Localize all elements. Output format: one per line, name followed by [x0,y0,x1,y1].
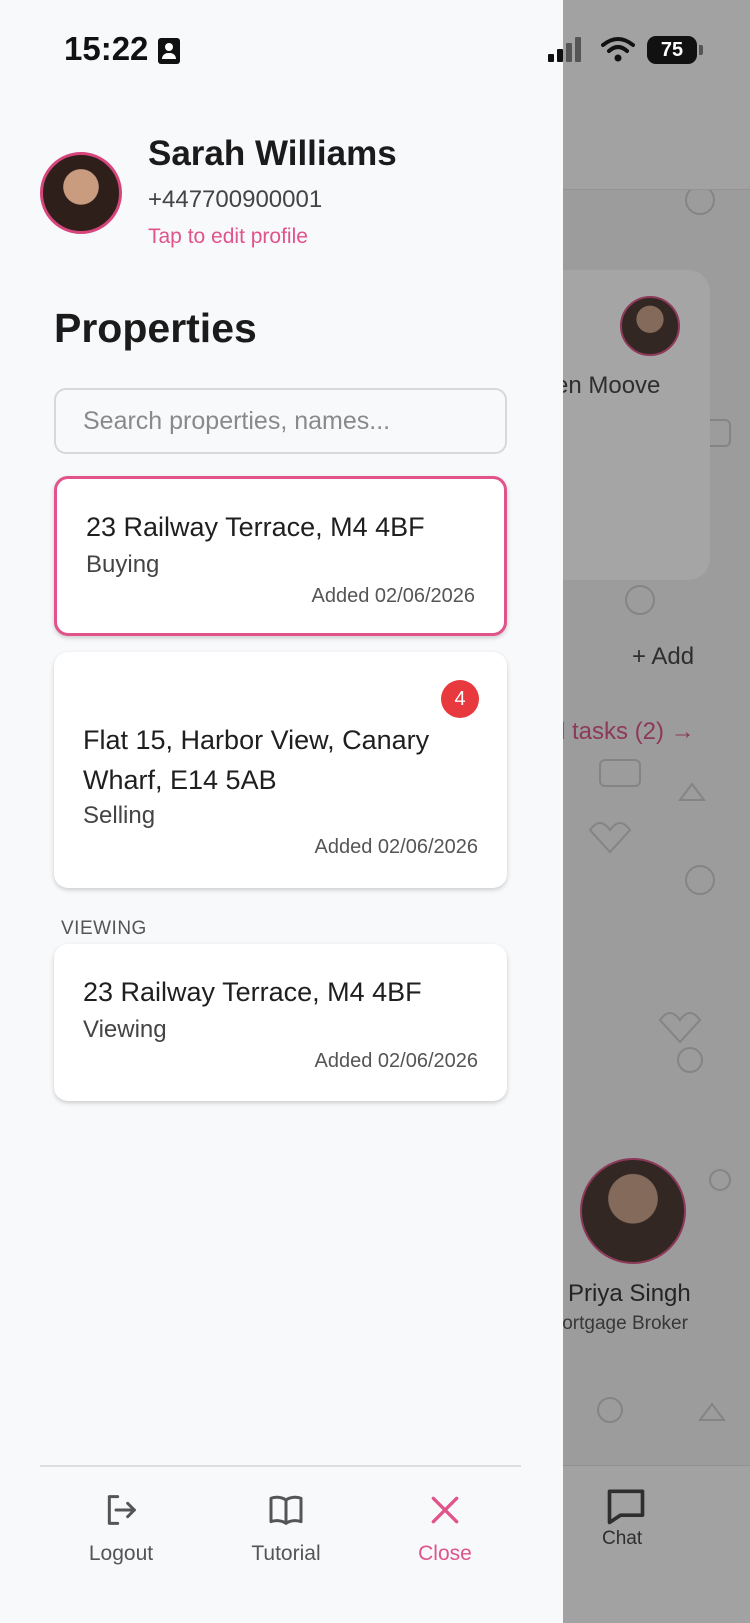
close-icon [431,1496,459,1524]
property-status: Selling [83,802,156,829]
tutorial-button[interactable]: Tutorial [221,1490,351,1580]
logout-label: Logout [88,1542,154,1565]
property-card[interactable]: 4 Flat 15, Harbor View, Canary Wharf, E1… [54,652,507,888]
property-added-date: Added 02/06/2026 [314,836,479,858]
property-address: Flat 15, Harbor View, Canary Wharf, E14 … [83,725,430,795]
wifi-icon [601,37,635,62]
battery-cap [699,45,703,55]
property-status: Buying [86,551,160,578]
search-input[interactable] [56,390,505,452]
profile-name: Sarah Williams [148,134,397,173]
close-label: Close [418,1542,472,1565]
profile-avatar[interactable] [40,152,122,234]
property-status: Viewing [83,1016,167,1043]
property-card[interactable]: 23 Railway Terrace, M4 4BF Viewing Added… [54,944,507,1101]
close-button[interactable]: Close [380,1490,510,1580]
footer-divider [40,1465,521,1467]
tutorial-label: Tutorial [251,1542,321,1565]
unread-count-badge: 4 [441,680,479,718]
properties-title: Properties [54,305,257,351]
property-added-date: Added 02/06/2026 [311,585,476,607]
viewing-group-label: VIEWING [61,918,147,939]
battery-level: 75 [660,39,684,61]
status-bar-time: 15:22 [64,30,149,67]
property-card-selected[interactable]: 23 Railway Terrace, M4 4BF Buying Added … [54,476,507,636]
cellular-signal-icon [548,37,581,62]
logout-icon [107,1495,136,1525]
side-drawer: 15:22 Sarah Williams +447700900001 Tap t… [0,0,563,1623]
logout-button[interactable]: Logout [56,1490,186,1580]
profile-phone: +447700900001 [148,186,323,213]
property-added-date: Added 02/06/2026 [314,1050,479,1072]
property-address: 23 Railway Terrace, M4 4BF [86,512,425,542]
contact-card-icon [158,38,180,64]
edit-profile-link[interactable]: Tap to edit profile [148,225,308,249]
battery-icon: 75 [647,36,697,64]
book-icon [269,1495,303,1525]
search-field [54,388,507,454]
property-address: 23 Railway Terrace, M4 4BF [83,977,422,1007]
